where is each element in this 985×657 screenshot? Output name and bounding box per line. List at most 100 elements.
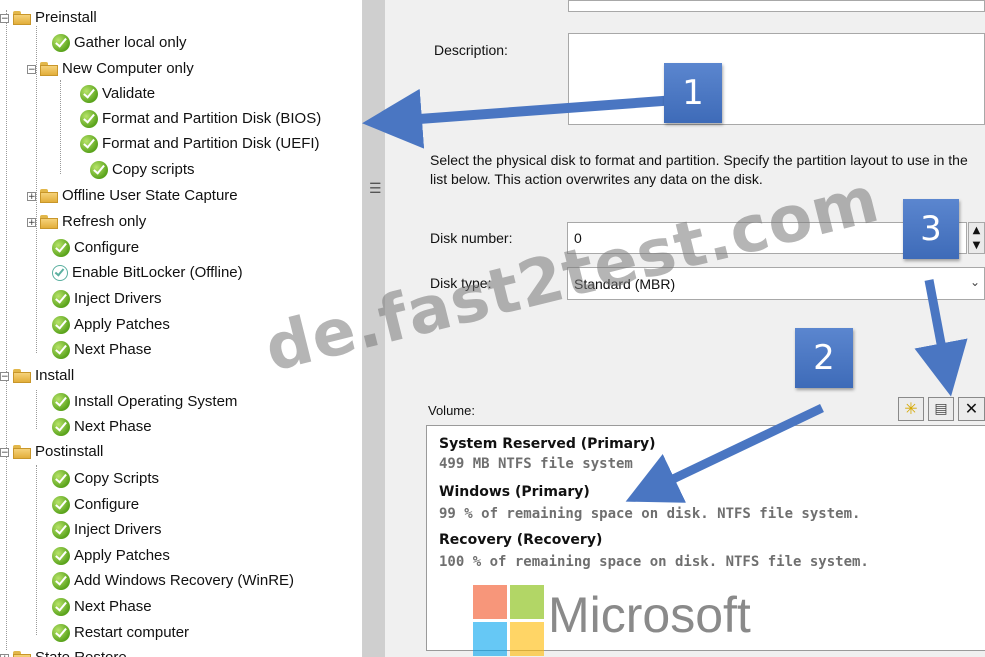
collapse-toggle[interactable]: −	[0, 447, 9, 457]
check-icon	[52, 470, 70, 488]
tree-label: Copy scripts	[112, 161, 195, 178]
check-icon	[52, 418, 70, 436]
collapse-toggle[interactable]: −	[0, 13, 9, 23]
tree-step[interactable]: Add Windows Recovery (WinRE)	[52, 569, 294, 593]
spinner-down-icon[interactable]: ▼	[973, 240, 981, 251]
tree-step[interactable]: Configure	[52, 236, 139, 260]
tree-guide	[60, 80, 61, 174]
tree-label: Refresh only	[62, 213, 147, 230]
volume-title: System Reserved (Primary)	[439, 436, 656, 452]
tree-step[interactable]: Inject Drivers	[52, 518, 162, 542]
volume-title: Recovery (Recovery)	[439, 532, 603, 548]
check-icon	[52, 496, 70, 514]
volume-desc: 499 MB NTFS file system	[439, 456, 633, 472]
tree-label: Configure	[74, 496, 140, 513]
check-icon	[52, 572, 70, 590]
chevron-down-icon[interactable]: ⌄	[970, 275, 980, 289]
expand-toggle[interactable]: +	[27, 191, 36, 201]
check-icon	[52, 34, 70, 52]
name-field[interactable]	[568, 0, 985, 12]
check-icon	[52, 393, 70, 411]
tree-label: Format and Partition Disk (UEFI)	[102, 135, 320, 152]
tree-step[interactable]: Copy Scripts	[52, 467, 159, 491]
delete-icon[interactable]: ✕	[958, 397, 985, 421]
tree-label: Postinstall	[35, 443, 104, 460]
grip-icon[interactable]: ☰	[369, 180, 382, 197]
tree-step[interactable]: Gather local only	[52, 31, 187, 55]
tree-step[interactable]: Install Operating System	[52, 390, 237, 414]
folder-icon	[40, 189, 58, 203]
volume-desc: 99 % of remaining space on disk. NTFS fi…	[439, 506, 861, 522]
folder-icon	[13, 369, 31, 383]
description-field[interactable]	[568, 33, 985, 125]
microsoft-logo-text: Microsoft	[548, 587, 751, 643]
spinner-up-icon[interactable]: ▲	[973, 225, 981, 236]
tree-label: Inject Drivers	[74, 521, 162, 538]
check-icon	[90, 161, 108, 179]
tree-folder-state-restore[interactable]: + State Restore	[0, 646, 127, 657]
tree-label: State Restore	[35, 646, 127, 657]
tree-label: Offline User State Capture	[62, 187, 238, 204]
check-icon	[52, 316, 70, 334]
tree-step[interactable]: Configure	[52, 493, 139, 517]
tree-label: Restart computer	[74, 624, 190, 641]
tree-step[interactable]: Apply Patches	[52, 544, 170, 568]
tree-step[interactable]: Inject Drivers	[52, 287, 162, 311]
tree-label: Install	[35, 367, 75, 384]
disk-number-label: Disk number:	[430, 230, 513, 246]
expand-toggle[interactable]: +	[0, 653, 9, 657]
collapse-toggle[interactable]: −	[27, 64, 36, 74]
tree-label: New Computer only	[62, 60, 194, 77]
instructions-text: Select the physical disk to format and p…	[430, 152, 968, 187]
tree-label: Gather local only	[74, 34, 187, 51]
folder-icon	[40, 62, 58, 76]
tree-guide	[36, 465, 37, 635]
tree-label: Inject Drivers	[74, 290, 162, 307]
tree-step[interactable]: Next Phase	[52, 595, 152, 619]
folder-icon	[13, 11, 31, 25]
callout-badge-2: 2	[795, 328, 853, 388]
tree-step[interactable]: Apply Patches	[52, 313, 170, 337]
tree-step[interactable]: Copy scripts	[90, 158, 195, 182]
tree-label: Next Phase	[74, 341, 152, 358]
new-icon[interactable]: ✳	[898, 397, 924, 421]
check-icon	[80, 110, 98, 128]
tree-label: Validate	[102, 85, 156, 102]
tree-label: Apply Patches	[74, 316, 170, 333]
check-icon	[52, 624, 70, 642]
tree-step-selected[interactable]: Format and Partition Disk (BIOS)	[80, 107, 322, 131]
tree-label: Install Operating System	[74, 393, 238, 410]
check-icon	[52, 341, 70, 359]
callout-badge-1: 1	[664, 63, 722, 123]
tree-folder-preinstall[interactable]: − Preinstall	[0, 6, 97, 30]
tree-step[interactable]: Restart computer	[52, 621, 189, 645]
tree-step-disabled[interactable]: Enable BitLocker (Offline)	[52, 261, 243, 285]
tree-step[interactable]: Next Phase	[52, 415, 152, 439]
collapse-toggle[interactable]: −	[0, 371, 9, 381]
tree-folder-postinstall[interactable]: − Postinstall	[0, 440, 103, 464]
expand-toggle[interactable]: +	[27, 217, 36, 227]
check-icon	[52, 239, 70, 257]
tree-label: Configure	[74, 239, 140, 256]
tree-label: Format and Partition Disk (BIOS)	[102, 107, 322, 131]
disk-number-spinner[interactable]: ▲ ▼	[968, 222, 985, 254]
tree-label: Enable BitLocker (Offline)	[72, 264, 243, 281]
tree-folder-offline-usmt[interactable]: + Offline User State Capture	[27, 184, 238, 208]
tree-folder-new-computer[interactable]: − New Computer only	[27, 57, 194, 81]
tree-step[interactable]: Next Phase	[52, 338, 152, 362]
check-icon	[80, 135, 98, 153]
callout-badge-3: 3	[903, 199, 959, 259]
tree-step[interactable]: Validate	[80, 82, 155, 106]
tree-step[interactable]: Format and Partition Disk (UEFI)	[80, 132, 320, 156]
folder-icon	[40, 215, 58, 229]
check-icon	[80, 85, 98, 103]
folder-icon	[13, 651, 31, 657]
tree-folder-refresh[interactable]: + Refresh only	[27, 210, 146, 234]
tree-label: Apply Patches	[74, 547, 170, 564]
properties-icon[interactable]: ▤	[928, 397, 954, 421]
folder-icon	[13, 445, 31, 459]
tree-label: Preinstall	[35, 9, 97, 26]
check-icon	[52, 521, 70, 539]
check-icon	[52, 547, 70, 565]
tree-folder-install[interactable]: − Install	[0, 364, 74, 388]
